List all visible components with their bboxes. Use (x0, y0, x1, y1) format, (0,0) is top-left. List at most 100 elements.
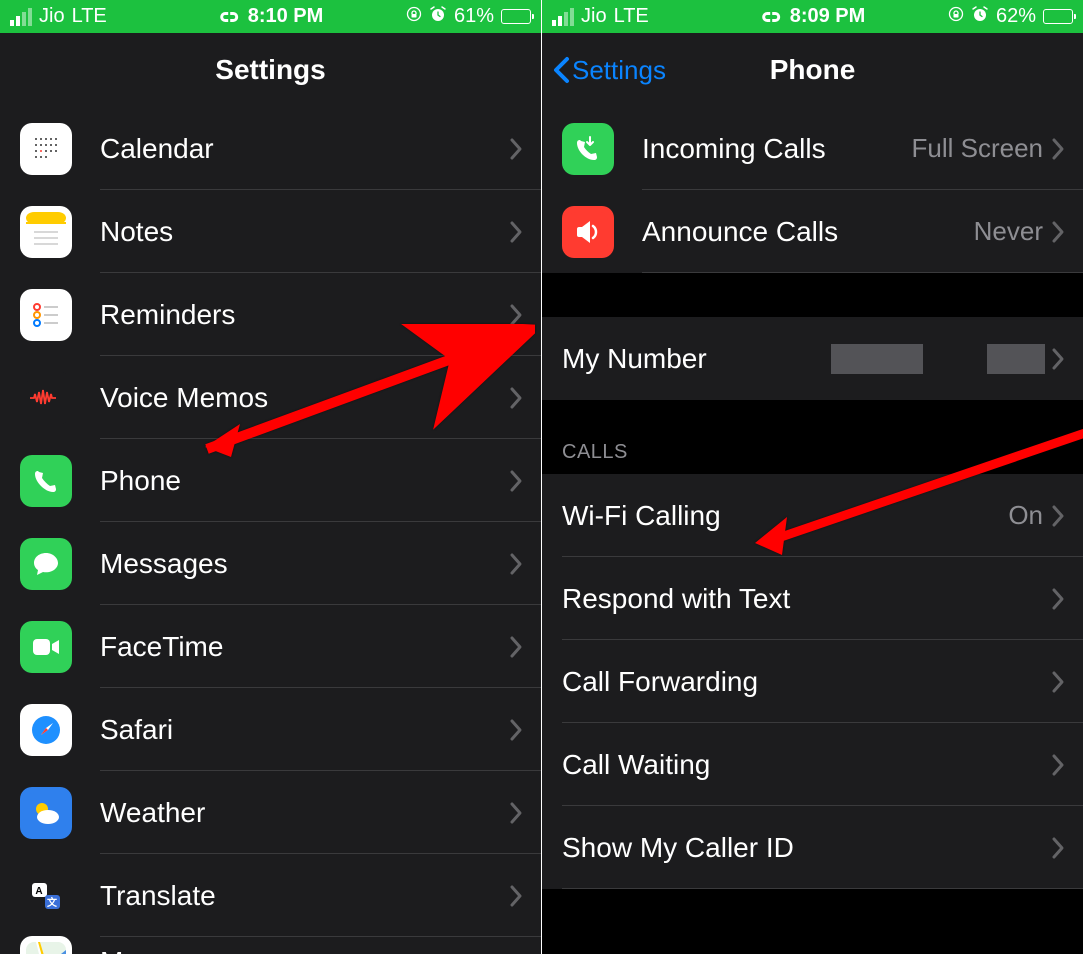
page-title: Phone (770, 54, 856, 86)
row-call-waiting[interactable]: Call Waiting (542, 723, 1083, 806)
row-label: Incoming Calls (642, 133, 912, 165)
row-value: On (1008, 500, 1043, 531)
notes-icon (20, 206, 72, 258)
chevron-right-icon (509, 552, 523, 576)
row-label: Maps (100, 946, 168, 954)
safari-icon (20, 704, 72, 756)
signal-icon (10, 8, 32, 26)
facetime-icon (20, 621, 72, 673)
reminders-icon (20, 289, 72, 341)
row-my-number[interactable]: My Number (542, 317, 1083, 400)
chevron-right-icon (1051, 587, 1065, 611)
alarm-icon (429, 5, 447, 29)
row-value: Full Screen (912, 133, 1044, 164)
chevron-right-icon (509, 718, 523, 742)
incoming-calls-icon (562, 123, 614, 175)
alarm-icon (971, 5, 989, 29)
row-call-forwarding[interactable]: Call Forwarding (542, 640, 1083, 723)
chevron-right-icon (1051, 504, 1065, 528)
calendar-icon (20, 123, 72, 175)
svg-text:A: A (35, 886, 42, 897)
row-voice-memos[interactable]: Voice Memos (0, 356, 541, 439)
maps-icon (20, 936, 72, 954)
row-value: Never (974, 216, 1043, 247)
chevron-right-icon (509, 137, 523, 161)
chevron-right-icon (509, 469, 523, 493)
row-announce-calls[interactable]: Announce CallsNever (542, 190, 1083, 273)
status-bar: Jio LTE 8:10 PM 61% (0, 0, 541, 33)
row-safari[interactable]: Safari (0, 688, 541, 771)
chevron-right-icon (509, 303, 523, 327)
row-label: Weather (100, 797, 509, 829)
chevron-right-icon (1051, 347, 1065, 371)
back-label: Settings (572, 55, 666, 86)
orientation-lock-icon (948, 5, 964, 28)
chevron-right-icon (1051, 137, 1065, 161)
weather-icon (20, 787, 72, 839)
settings-screen: Jio LTE 8:10 PM 61% Settings Calendar Not… (0, 0, 541, 954)
status-bar: Jio LTE 8:09 PM 62% (542, 0, 1083, 33)
battery-icon (501, 9, 531, 24)
row-label: Reminders (100, 299, 509, 331)
voice-memos-icon (20, 372, 72, 424)
announce-calls-icon (562, 206, 614, 258)
row-label: Messages (100, 548, 509, 580)
row-maps[interactable]: Maps (0, 937, 541, 954)
carrier-label: Jio (581, 5, 607, 28)
svg-text:文: 文 (47, 896, 58, 909)
row-notes[interactable]: Notes (0, 190, 541, 273)
messages-icon (20, 538, 72, 590)
row-label: FaceTime (100, 631, 509, 663)
chevron-right-icon (509, 635, 523, 659)
row-show-my-caller-id[interactable]: Show My Caller ID (542, 806, 1083, 889)
signal-icon (552, 8, 574, 26)
redacted-number (987, 344, 1045, 374)
chevron-right-icon (1051, 670, 1065, 694)
row-label: Respond with Text (562, 583, 1051, 615)
translate-icon: A文 (20, 870, 72, 922)
row-translate[interactable]: A文 Translate (0, 854, 541, 937)
row-label: Phone (100, 465, 509, 497)
battery-icon (1043, 9, 1073, 24)
clock-time: 8:10 PM (248, 5, 324, 28)
chevron-right-icon (1051, 220, 1065, 244)
row-label: Announce Calls (642, 216, 974, 248)
back-button[interactable]: Settings (552, 33, 666, 107)
row-weather[interactable]: Weather (0, 771, 541, 854)
row-label: Translate (100, 880, 509, 912)
hotspot-icon (218, 10, 240, 24)
row-wifi-calling[interactable]: Wi-Fi CallingOn (542, 474, 1083, 557)
row-messages[interactable]: Messages (0, 522, 541, 605)
row-respond-with-text[interactable]: Respond with Text (542, 557, 1083, 640)
chevron-right-icon (1051, 753, 1065, 777)
chevron-left-icon (552, 56, 570, 84)
row-calendar[interactable]: Calendar (0, 107, 541, 190)
row-reminders[interactable]: Reminders (0, 273, 541, 356)
row-label: Show My Caller ID (562, 832, 1051, 864)
row-label: Safari (100, 714, 509, 746)
nav-bar: Settings Phone (542, 33, 1083, 107)
row-incoming-calls[interactable]: Incoming CallsFull Screen (542, 107, 1083, 190)
phone-settings-screen: Jio LTE 8:09 PM 62% Settings Phone Incom… (542, 0, 1083, 954)
page-title: Settings (215, 54, 325, 86)
row-phone[interactable]: Phone (0, 439, 541, 522)
row-label: Wi-Fi Calling (562, 500, 1008, 532)
hotspot-icon (760, 10, 782, 24)
chevron-right-icon (509, 801, 523, 825)
chevron-right-icon (1051, 836, 1065, 860)
section-header-calls: CALLS (542, 400, 1083, 474)
orientation-lock-icon (406, 5, 422, 28)
chevron-right-icon (509, 386, 523, 410)
row-label: Notes (100, 216, 509, 248)
network-label: LTE (72, 5, 107, 28)
phone-icon (20, 455, 72, 507)
row-facetime[interactable]: FaceTime (0, 605, 541, 688)
row-label: Calendar (100, 133, 509, 165)
network-label: LTE (614, 5, 649, 28)
redacted-number (831, 344, 923, 374)
row-label: Call Forwarding (562, 666, 1051, 698)
chevron-right-icon (509, 884, 523, 908)
clock-time: 8:09 PM (790, 5, 866, 28)
nav-bar: Settings (0, 33, 541, 107)
battery-pct: 61% (454, 5, 494, 28)
